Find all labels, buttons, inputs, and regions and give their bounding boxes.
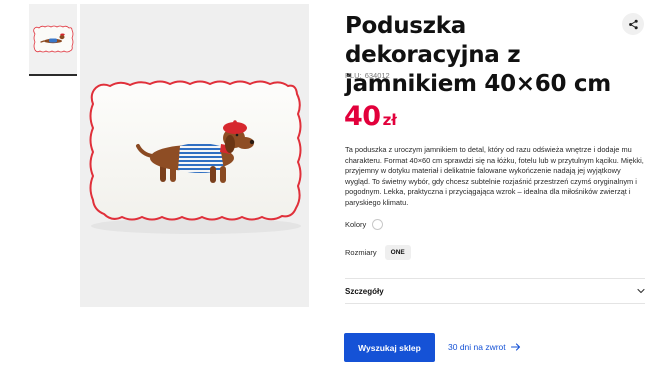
color-swatch[interactable] (372, 219, 384, 230)
share-button[interactable] (622, 13, 644, 35)
return-policy-link[interactable]: 30 dni na zwrot (448, 342, 521, 352)
pillow-illustration (89, 80, 302, 234)
sizes-selector: Rozmiary ONE (345, 245, 411, 260)
details-label: Szczegóły (345, 286, 384, 296)
chevron-down-icon (637, 288, 645, 294)
plu-value: 634012 (364, 71, 390, 80)
details-accordion[interactable]: Szczegóły (345, 279, 645, 303)
price-currency: zł (382, 111, 397, 129)
find-store-button[interactable]: Wyszukaj sklep (344, 333, 435, 362)
thumbnail-pillow-image (33, 25, 74, 53)
plu-label: PLU: (345, 71, 362, 80)
product-plu: PLU: 634012 (345, 71, 390, 80)
colors-label: Kolory (345, 220, 367, 229)
price-value: 40 (344, 101, 381, 132)
product-description: Ta poduszka z uroczym jamnikiem to detal… (345, 145, 644, 207)
product-price: 40 zł (344, 101, 397, 132)
colors-selector: Kolory (345, 219, 384, 230)
size-option-one[interactable]: ONE (384, 245, 411, 260)
sizes-label: Rozmiary (345, 248, 377, 257)
arrow-right-icon (510, 343, 520, 351)
product-title: Poduszka dekoracyjna z jamnikiem 40×60 c… (345, 13, 611, 97)
main-product-image[interactable] (80, 4, 309, 307)
gallery-thumbnail[interactable] (29, 4, 77, 76)
return-policy-label: 30 dni na zwrot (448, 342, 506, 352)
divider (345, 303, 645, 304)
share-icon (628, 19, 638, 29)
